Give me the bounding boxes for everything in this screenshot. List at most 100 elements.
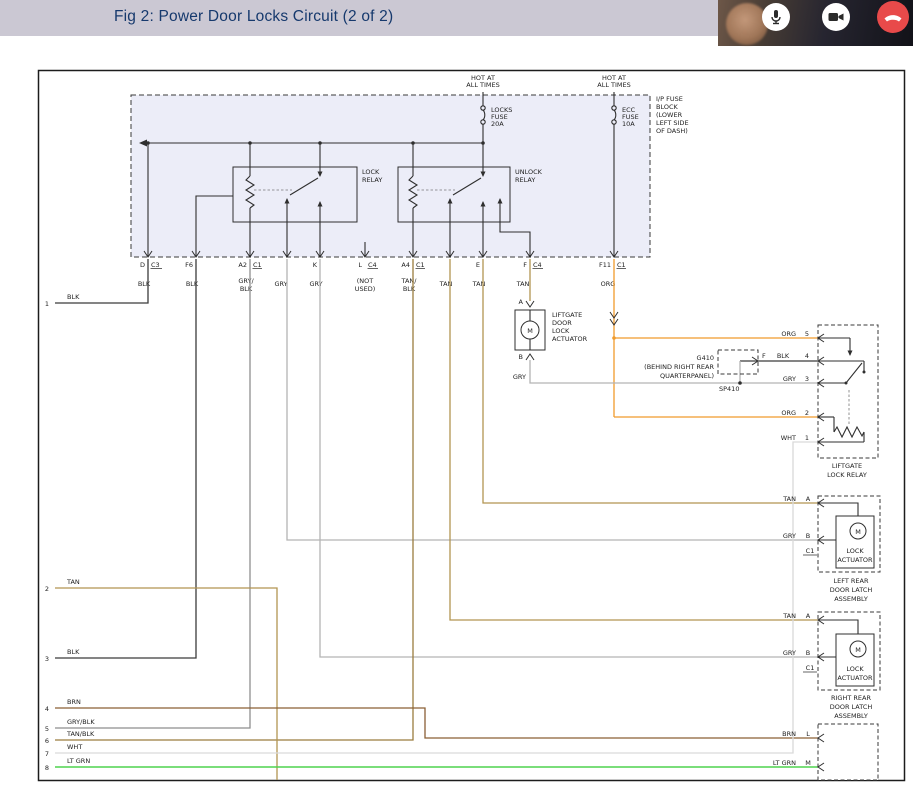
wire-color-label: GRY	[274, 280, 287, 288]
assembly-label: DOOR LATCH	[830, 586, 873, 594]
pin-conn-label: C1	[617, 261, 626, 269]
wire-number: 4	[45, 705, 49, 713]
pin-label: A	[806, 612, 811, 620]
wire-color-label: LT GRN	[773, 759, 796, 767]
fuse-label: 10A	[622, 120, 635, 128]
pin-label: K	[313, 261, 318, 269]
pin-conn-label: C4	[533, 261, 542, 269]
wire-color-label: GRY	[783, 532, 796, 540]
wire-color-label: BLK	[138, 280, 151, 288]
ip-fuse-block: HOT AT ALL TIMES HOT AT ALL TIMES LOCKS …	[131, 74, 689, 257]
webcam-preview	[726, 3, 768, 45]
hangup-button[interactable]	[877, 1, 909, 33]
wire-color-label: GRY	[513, 373, 526, 381]
relay-label: UNLOCK	[515, 168, 543, 176]
wire-number: 5	[45, 725, 49, 733]
wire-color-label: GRY	[783, 649, 796, 657]
microphone-icon	[766, 7, 786, 27]
wire-color-label: BLK	[67, 293, 80, 301]
fuse-block-label: LEFT SIDE	[656, 119, 689, 127]
pin-label: M	[805, 759, 811, 767]
component-label: LIFTGATE	[552, 311, 582, 319]
pin-number: 1	[805, 434, 809, 442]
motor-label: M	[855, 646, 861, 654]
wire-number: 2	[45, 585, 49, 593]
pin-label: L	[806, 730, 810, 738]
component-label: LOCK	[846, 547, 864, 555]
pin-conn-label: C1	[416, 261, 425, 269]
camera-icon	[826, 7, 846, 27]
pin-label: F	[523, 261, 527, 269]
fuse-label: 20A	[491, 120, 504, 128]
relay-label: RELAY	[515, 176, 535, 184]
assembly-label: RIGHT REAR	[831, 694, 871, 702]
pin-label: E	[476, 261, 480, 269]
pin-conn-label: C1	[253, 261, 262, 269]
splice-label: SP410	[719, 385, 739, 393]
wire-color-label: GRY/BLK	[67, 718, 95, 726]
wire-color-label: LT GRN	[67, 757, 90, 765]
pin-number: 2	[805, 409, 809, 417]
wire-number: 8	[45, 764, 49, 772]
wire-color-label: BRN	[782, 730, 796, 738]
wire-color-label: GRY/	[238, 277, 254, 285]
pin-label: A	[806, 495, 811, 503]
pin-label: B	[806, 649, 810, 657]
ground-location: QUARTERPANEL)	[660, 372, 714, 380]
pin-label: A2	[238, 261, 247, 269]
wire-number: 3	[45, 655, 49, 663]
wire-color-label: WHT	[67, 743, 82, 751]
fuse-block-outline	[131, 95, 650, 257]
wire-color-label: BLK	[67, 648, 80, 656]
ground-label: G410	[697, 354, 714, 362]
hot-label: ALL TIMES	[597, 81, 630, 89]
wiring-diagram: HOT AT ALL TIMES HOT AT ALL TIMES LOCKS …	[0, 0, 913, 811]
component-label: LOCK RELAY	[827, 471, 867, 479]
wire-color-label: WHT	[781, 434, 796, 442]
motor-label: M	[855, 528, 861, 536]
component-label: LOCK	[552, 327, 570, 335]
assembly-label: ASSEMBLY	[834, 712, 868, 720]
pin-label: D	[140, 261, 145, 269]
pin-label: A	[519, 298, 524, 306]
pin-label: F11	[599, 261, 611, 269]
motor-label: M	[527, 327, 533, 335]
wire-color-label: BLK	[240, 285, 253, 293]
mute-button[interactable]	[762, 3, 790, 31]
wire-color-label: TAN	[66, 578, 80, 586]
pin-label: B	[519, 353, 523, 361]
junction-dot	[612, 336, 616, 340]
wire-color-label: ORG	[781, 330, 796, 338]
pin-number: 4	[805, 352, 809, 360]
wire-color-label: TAN	[782, 495, 796, 503]
wire-number: 1	[45, 300, 49, 308]
wire-color-label: ORG	[781, 409, 796, 417]
ground-location: (BEHIND RIGHT REAR	[644, 363, 714, 371]
pin-label: F6	[185, 261, 193, 269]
component-label: LIFTGATE	[832, 462, 862, 470]
wire-color-label: ORG	[601, 280, 616, 288]
component-label: LOCK	[846, 665, 864, 673]
wire-color-label: (NOT	[357, 277, 374, 285]
pin-number: 3	[805, 375, 809, 383]
pin-label: A4	[401, 261, 410, 269]
wire-color-label: BRN	[67, 698, 81, 706]
wire-color-label: USED)	[355, 285, 376, 293]
pin-label: F	[762, 352, 766, 360]
wire-color-label: GRY	[783, 375, 796, 383]
relay-label: RELAY	[362, 176, 382, 184]
fuse-block-label: BLOCK	[656, 103, 679, 111]
fuse-block-label: OF DASH)	[656, 127, 688, 135]
camera-button[interactable]	[822, 3, 850, 31]
pin-number: 5	[805, 330, 809, 338]
wire-color-label: TAN/BLK	[66, 730, 95, 738]
fuse-block-label: I/P FUSE	[656, 95, 683, 103]
assembly-label: LEFT REAR	[834, 577, 869, 585]
pin-conn-label: C4	[368, 261, 377, 269]
component-label: ACTUATOR	[837, 556, 873, 564]
wire-color-label: BLK	[403, 285, 416, 293]
component-label: DOOR	[552, 319, 572, 327]
wire-color-label: TAN	[782, 612, 796, 620]
wire-color-label: BLK	[777, 352, 790, 360]
component-label: ACTUATOR	[552, 335, 588, 343]
